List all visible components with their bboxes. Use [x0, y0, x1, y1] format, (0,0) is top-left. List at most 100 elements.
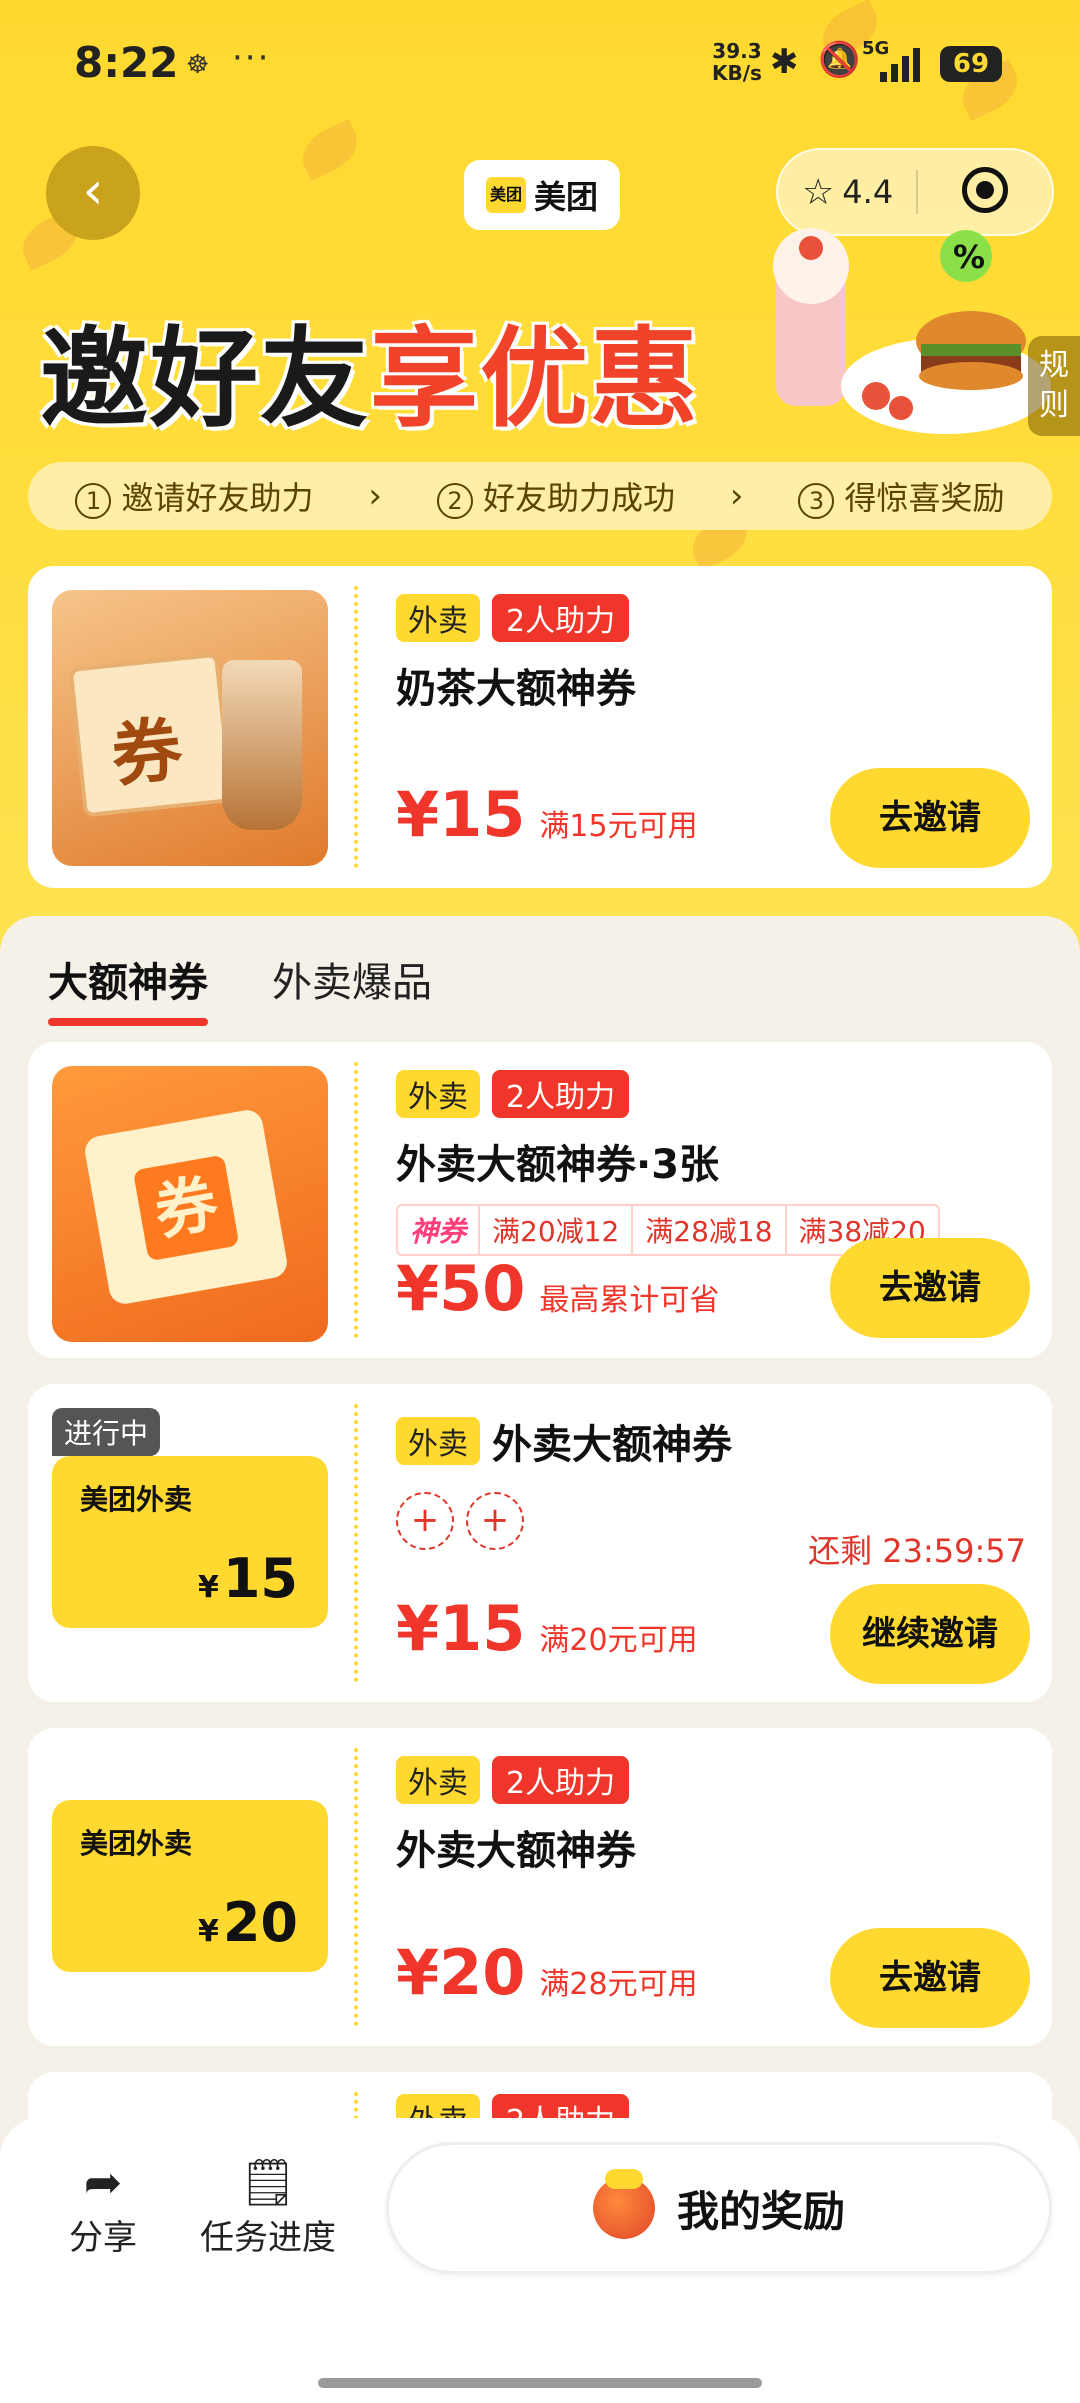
- coupon-detail: 满20减12: [480, 1206, 634, 1254]
- price-amount: ¥15: [396, 778, 526, 851]
- category-tag: 外卖: [396, 1756, 480, 1804]
- tab-hot-items[interactable]: 外卖爆品: [272, 950, 432, 1008]
- coupon-label: 美团外卖: [80, 1483, 193, 1516]
- card-divider: [354, 1748, 358, 2026]
- status-bar: 8:22 ☸ ··· 39.3 KB/s ✱ 🔕 5G 69: [0, 0, 1080, 120]
- price-row: ¥50 最高累计可省: [396, 1252, 719, 1325]
- share-button[interactable]: ➦ 分享: [60, 2154, 146, 2259]
- continue-invite-button[interactable]: 继续邀请: [830, 1584, 1030, 1684]
- featured-coupon-card: 券 外卖 2人助力 奶茶大额神券 ¥15 满15元可用 去邀请: [28, 566, 1052, 888]
- price-condition: 最高累计可省: [539, 1283, 720, 1318]
- star-icon: ☆: [802, 171, 835, 213]
- god-coupon-badge: 神券: [398, 1206, 481, 1254]
- category-tag: 外卖: [396, 1417, 480, 1465]
- step-number: 3: [798, 483, 835, 519]
- step-number: 2: [436, 483, 473, 519]
- step-label: 得惊喜奖励: [844, 479, 1005, 517]
- more-notifications-icon: ···: [232, 38, 271, 78]
- invite-button[interactable]: 去邀请: [830, 768, 1030, 868]
- step-3: 3 得惊喜奖励: [798, 473, 1004, 519]
- tag-row: 外卖 2人助力: [396, 1756, 1028, 1804]
- coupon-graphic: 美团外卖 ¥15: [52, 1456, 328, 1628]
- price-amount: ¥15: [396, 1592, 526, 1665]
- add-helper-slot[interactable]: +: [466, 1492, 524, 1550]
- featured-body: 外卖 2人助力 奶茶大额神券: [396, 594, 1028, 714]
- step-1: 1 邀请好友助力: [75, 473, 313, 519]
- price-condition: 满28元可用: [539, 1967, 698, 2002]
- home-indicator[interactable]: [318, 2378, 762, 2388]
- price-row: ¥20 满28元可用: [396, 1936, 698, 2009]
- price-row: ¥15 满20元可用: [396, 1592, 698, 1665]
- milk-tea-thumbnail: 券: [52, 590, 328, 866]
- back-button[interactable]: ‹: [46, 146, 140, 240]
- invite-button[interactable]: 去邀请: [830, 1238, 1030, 1338]
- status-time: 8:22: [74, 38, 179, 87]
- meituan-logo-icon: 美团: [485, 177, 526, 213]
- card-divider: [354, 1404, 358, 1682]
- rating-value: 4.4: [842, 173, 894, 211]
- bottom-action-bar: ➦ 分享 🗒 任务进度 我的奖励: [0, 2118, 1080, 2403]
- price-amount: ¥20: [396, 1936, 526, 2009]
- coupon-card: 券 外卖 2人助力 外卖大额神券·3张 神券 满20减12 满28减18 满38…: [28, 1042, 1052, 1358]
- currency-symbol: ¥: [197, 1570, 219, 1605]
- price-amount: ¥50: [396, 1252, 526, 1325]
- mute-icon: 🔕: [818, 40, 861, 80]
- task-clock-icon: 🗒: [238, 2155, 298, 2209]
- coupon-ticket-icon: 券: [68, 652, 234, 818]
- my-rewards-button[interactable]: 我的奖励: [386, 2142, 1052, 2274]
- bluetooth-icon: ✱: [770, 42, 799, 82]
- price-condition: 满20元可用: [539, 1623, 698, 1658]
- invite-button[interactable]: 去邀请: [830, 1928, 1030, 2028]
- chevron-right-icon: ›: [368, 476, 383, 516]
- rules-button[interactable]: 规则: [1028, 336, 1080, 436]
- coupon-value: ¥15: [198, 1547, 298, 1610]
- coupon-card-in-progress: 进行中 美团外卖 ¥15 外卖 外卖大额神券 + + 还剩 23:59:57 ¥1…: [28, 1384, 1052, 1702]
- tab-bar: 大额神券 外卖爆品: [48, 950, 432, 1026]
- notification-icon: ☸: [186, 50, 210, 80]
- coupon-detail: 满28减18: [633, 1206, 787, 1254]
- close-mini-program-button[interactable]: [918, 167, 1052, 217]
- my-rewards-label: 我的奖励: [676, 2186, 845, 2236]
- coupon-label: 美团外卖: [80, 1827, 193, 1860]
- price-row: ¥15 满15元可用: [396, 778, 698, 851]
- step-number: 1: [75, 483, 112, 519]
- hero-title-part1: 邀好友: [40, 317, 371, 442]
- coupon-title: 奶茶大额神券: [396, 666, 636, 712]
- countdown-timer: 还剩 23:59:57: [808, 1532, 1026, 1570]
- step-2: 2 好友助力成功: [436, 473, 675, 519]
- coupon-title: 外卖大额神券: [396, 1828, 636, 1874]
- svg-text:%: %: [953, 238, 985, 276]
- tag-row: 外卖 2人助力: [396, 1070, 1028, 1118]
- mini-program-capsule: ☆ 4.4: [776, 148, 1054, 236]
- tab-big-coupons[interactable]: 大额神券: [48, 950, 208, 1026]
- coupon-value-number: 20: [222, 1891, 298, 1954]
- coupon-body: 外卖 2人助力 外卖大额神券·3张 神券 满20减12 满28减18 满38减2…: [396, 1070, 1028, 1256]
- hero-title-part2: 享优惠: [370, 317, 701, 442]
- coupon-body: 外卖 2人助力 外卖大额神券: [396, 1756, 1028, 1876]
- coupon-card: 美团外卖 ¥20 外卖 2人助力 外卖大额神券 ¥20 满28元可用 去邀请: [28, 1728, 1052, 2046]
- net-speed-value: 39.3: [712, 39, 762, 63]
- add-helper-slot[interactable]: +: [396, 1492, 454, 1550]
- help-tag: 2人助力: [492, 594, 630, 642]
- help-tag: 2人助力: [492, 1070, 630, 1118]
- currency-symbol: ¥: [197, 1914, 219, 1949]
- battery-icon: 69: [940, 46, 1002, 82]
- category-tag: 外卖: [396, 594, 480, 642]
- coupon-title: 外卖大额神券·3张: [396, 1142, 720, 1188]
- card-divider: [354, 586, 358, 868]
- treasure-pot-icon: [592, 2169, 655, 2239]
- coupon-ticket-text: 券: [107, 708, 186, 797]
- leaf-decoration: [294, 119, 366, 181]
- target-icon: [962, 167, 1009, 213]
- task-progress-button[interactable]: 🗒 任务进度: [196, 2154, 340, 2259]
- food-illustration: %: [773, 228, 1051, 434]
- card-divider: [354, 1062, 358, 1338]
- rating-button[interactable]: ☆ 4.4: [778, 172, 916, 213]
- share-label: 分享: [69, 2218, 137, 2258]
- price-condition: 满15元可用: [539, 809, 698, 844]
- coupon-value: ¥20: [198, 1891, 298, 1954]
- coupon-bundle-thumbnail: 券: [52, 1066, 328, 1342]
- steps-bar: 1 邀请好友助力 › 2 好友助力成功 › 3 得惊喜奖励: [28, 462, 1052, 530]
- coupon-stack-icon: 券: [82, 1107, 290, 1307]
- category-tag: 外卖: [396, 1070, 480, 1118]
